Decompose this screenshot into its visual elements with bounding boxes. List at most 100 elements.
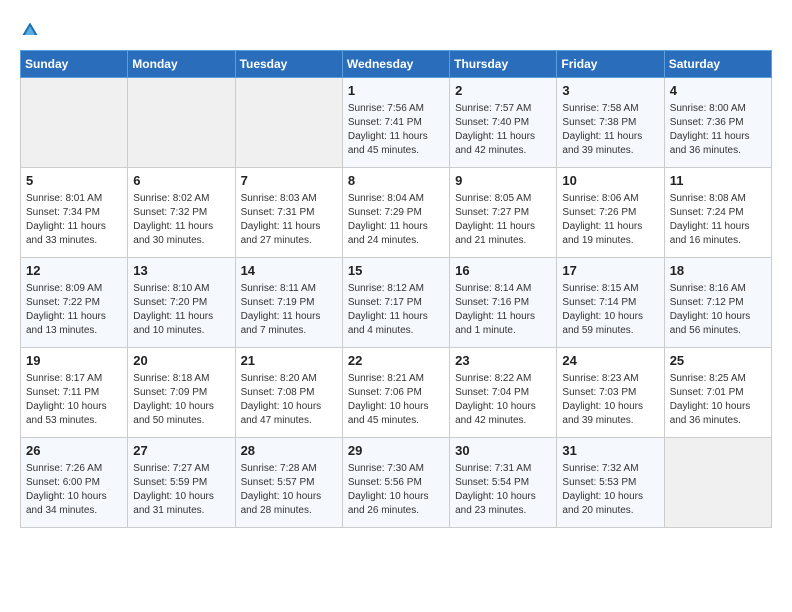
day-detail-line: Sunrise: 8:05 AM — [455, 192, 551, 206]
day-detail-line: Sunrise: 8:15 AM — [562, 282, 658, 296]
day-detail-line: Daylight: 10 hours — [562, 310, 658, 324]
day-detail-line: and 42 minutes. — [455, 144, 551, 158]
calendar-cell: 1Sunrise: 7:56 AMSunset: 7:41 PMDaylight… — [342, 78, 449, 168]
day-detail-line: Sunrise: 7:32 AM — [562, 462, 658, 476]
weekday-header-friday: Friday — [557, 51, 664, 78]
calendar-week-row: 26Sunrise: 7:26 AMSunset: 6:00 PMDayligh… — [21, 438, 772, 528]
weekday-header-monday: Monday — [128, 51, 235, 78]
calendar-cell: 22Sunrise: 8:21 AMSunset: 7:06 PMDayligh… — [342, 348, 449, 438]
calendar-cell: 18Sunrise: 8:16 AMSunset: 7:12 PMDayligh… — [664, 258, 771, 348]
logo — [20, 20, 44, 40]
day-detail-line: Daylight: 11 hours — [348, 310, 444, 324]
day-detail-line: Sunset: 5:53 PM — [562, 476, 658, 490]
day-detail-line: Daylight: 11 hours — [455, 130, 551, 144]
day-detail-line: Sunset: 6:00 PM — [26, 476, 122, 490]
day-number: 1 — [348, 82, 444, 100]
calendar-cell: 28Sunrise: 7:28 AMSunset: 5:57 PMDayligh… — [235, 438, 342, 528]
day-detail-line: Daylight: 10 hours — [455, 490, 551, 504]
calendar-cell: 3Sunrise: 7:58 AMSunset: 7:38 PMDaylight… — [557, 78, 664, 168]
day-detail-line: Daylight: 10 hours — [348, 400, 444, 414]
day-detail-line: Sunrise: 8:21 AM — [348, 372, 444, 386]
day-detail-line: Sunset: 7:19 PM — [241, 296, 337, 310]
day-detail-line: Daylight: 10 hours — [348, 490, 444, 504]
calendar-cell: 15Sunrise: 8:12 AMSunset: 7:17 PMDayligh… — [342, 258, 449, 348]
day-detail-line: Sunset: 7:22 PM — [26, 296, 122, 310]
day-detail-line: Sunset: 7:17 PM — [348, 296, 444, 310]
day-detail-line: and 30 minutes. — [133, 234, 229, 248]
day-detail-line: Daylight: 11 hours — [670, 220, 766, 234]
day-detail-line: and 45 minutes. — [348, 414, 444, 428]
day-detail-line: and 36 minutes. — [670, 414, 766, 428]
day-detail-line: Sunset: 5:54 PM — [455, 476, 551, 490]
day-detail-line: Sunrise: 7:31 AM — [455, 462, 551, 476]
day-detail-line: Sunset: 7:34 PM — [26, 206, 122, 220]
day-detail-line: Sunset: 5:59 PM — [133, 476, 229, 490]
day-detail-line: Daylight: 11 hours — [455, 310, 551, 324]
calendar-cell: 17Sunrise: 8:15 AMSunset: 7:14 PMDayligh… — [557, 258, 664, 348]
day-number: 25 — [670, 352, 766, 370]
day-detail-line: and 33 minutes. — [26, 234, 122, 248]
day-detail-line: and 59 minutes. — [562, 324, 658, 338]
day-detail-line: and 28 minutes. — [241, 504, 337, 518]
calendar-cell: 31 Sunrise: 7:32 AMSunset: 5:53 PMDayligh… — [557, 438, 664, 528]
day-detail-line: and 1 minute. — [455, 324, 551, 338]
day-detail-line: Daylight: 10 hours — [562, 490, 658, 504]
day-detail-line: Sunrise: 8:22 AM — [455, 372, 551, 386]
day-detail-line: and 20 minutes. — [562, 504, 658, 518]
day-detail-line: Daylight: 10 hours — [670, 400, 766, 414]
day-detail-line: and 13 minutes. — [26, 324, 122, 338]
calendar-cell: 9Sunrise: 8:05 AMSunset: 7:27 PMDaylight… — [450, 168, 557, 258]
day-detail-line: Daylight: 11 hours — [241, 220, 337, 234]
day-detail-line: and 42 minutes. — [455, 414, 551, 428]
calendar-cell: 13Sunrise: 8:10 AMSunset: 7:20 PMDayligh… — [128, 258, 235, 348]
calendar-week-row: 19Sunrise: 8:17 AMSunset: 7:11 PMDayligh… — [21, 348, 772, 438]
day-detail-line: Sunrise: 8:01 AM — [26, 192, 122, 206]
day-detail-line: Daylight: 10 hours — [133, 400, 229, 414]
day-detail-line: Sunset: 7:36 PM — [670, 116, 766, 130]
day-detail-line: Sunset: 7:38 PM — [562, 116, 658, 130]
day-detail-line: Daylight: 11 hours — [26, 220, 122, 234]
logo-icon — [20, 20, 40, 40]
calendar-cell — [235, 78, 342, 168]
day-detail-line: Sunset: 7:24 PM — [670, 206, 766, 220]
day-detail-line: and 36 minutes. — [670, 144, 766, 158]
day-detail-line: Sunset: 7:27 PM — [455, 206, 551, 220]
day-number: 2 — [455, 82, 551, 100]
day-number: 13 — [133, 262, 229, 280]
calendar-week-row: 5Sunrise: 8:01 AMSunset: 7:34 PMDaylight… — [21, 168, 772, 258]
day-number: 5 — [26, 172, 122, 190]
day-detail-line: and 7 minutes. — [241, 324, 337, 338]
day-detail-line: Sunset: 7:41 PM — [348, 116, 444, 130]
day-detail-line: and 27 minutes. — [241, 234, 337, 248]
calendar-cell: 24Sunrise: 8:23 AMSunset: 7:03 PMDayligh… — [557, 348, 664, 438]
day-detail-line: and 26 minutes. — [348, 504, 444, 518]
calendar-week-row: 12Sunrise: 8:09 AMSunset: 7:22 PMDayligh… — [21, 258, 772, 348]
calendar-cell: 23Sunrise: 8:22 AMSunset: 7:04 PMDayligh… — [450, 348, 557, 438]
day-detail-line: Sunrise: 8:20 AM — [241, 372, 337, 386]
day-number: 24 — [562, 352, 658, 370]
day-detail-line: Sunset: 7:04 PM — [455, 386, 551, 400]
calendar-cell: 19Sunrise: 8:17 AMSunset: 7:11 PMDayligh… — [21, 348, 128, 438]
day-detail-line: and 23 minutes. — [455, 504, 551, 518]
day-detail-line: Daylight: 10 hours — [133, 490, 229, 504]
day-detail-line: Sunrise: 8:04 AM — [348, 192, 444, 206]
day-number: 31 — [562, 442, 658, 460]
calendar-cell: 8Sunrise: 8:04 AMSunset: 7:29 PMDaylight… — [342, 168, 449, 258]
day-detail-line: Sunset: 7:14 PM — [562, 296, 658, 310]
day-number: 9 — [455, 172, 551, 190]
day-detail-line: Sunset: 7:26 PM — [562, 206, 658, 220]
day-number: 4 — [670, 82, 766, 100]
weekday-header-thursday: Thursday — [450, 51, 557, 78]
day-detail-line: Sunrise: 8:09 AM — [26, 282, 122, 296]
day-detail-line: Sunrise: 8:02 AM — [133, 192, 229, 206]
day-detail-line: and 53 minutes. — [26, 414, 122, 428]
day-detail-line: Sunrise: 8:12 AM — [348, 282, 444, 296]
day-detail-line: Sunrise: 8:14 AM — [455, 282, 551, 296]
day-detail-line: and 50 minutes. — [133, 414, 229, 428]
day-detail-line: Sunset: 7:20 PM — [133, 296, 229, 310]
day-detail-line: Daylight: 10 hours — [241, 400, 337, 414]
day-detail-line: and 34 minutes. — [26, 504, 122, 518]
calendar-table: SundayMondayTuesdayWednesdayThursdayFrid… — [20, 50, 772, 528]
day-detail-line: Daylight: 11 hours — [670, 130, 766, 144]
day-number: 30 — [455, 442, 551, 460]
